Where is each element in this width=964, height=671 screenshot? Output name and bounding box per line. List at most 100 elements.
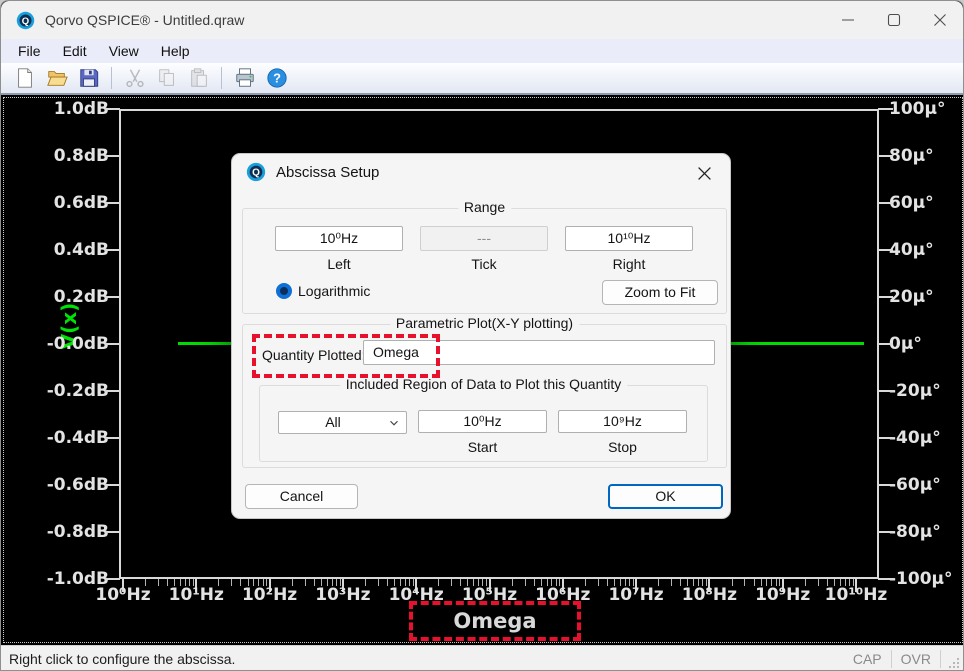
- quantity-plotted-input[interactable]: Omega: [363, 340, 715, 365]
- y-axis-tick-right: [878, 343, 893, 345]
- zoom-to-fit-button[interactable]: Zoom to Fit: [602, 280, 718, 305]
- y-axis-label-left: 0.2dB: [3, 287, 109, 307]
- print-button[interactable]: [231, 65, 258, 91]
- status-indicators: CAP OVR: [844, 646, 963, 671]
- y-axis-tick-right: [878, 437, 893, 439]
- range-right-label: Right: [565, 256, 693, 272]
- y-axis-label-right: -40µ°: [889, 428, 961, 448]
- y-axis-label-left: -0.6dB: [3, 475, 109, 495]
- range-tick-field: ---: [420, 226, 548, 251]
- x-axis-label: 10⁹Hz: [747, 585, 819, 605]
- open-file-icon: [46, 67, 68, 89]
- title-bar: Q Qorvo QSPICE® - Untitled.qraw: [1, 1, 963, 39]
- x-axis-tick-minor: [292, 579, 293, 586]
- help-icon: ?: [266, 67, 288, 89]
- qorvo-logo-icon: Q: [246, 162, 266, 182]
- y-axis-label-right: -20µ°: [889, 381, 961, 401]
- dialog-close-button[interactable]: [688, 160, 720, 186]
- cancel-button[interactable]: Cancel: [245, 484, 358, 509]
- app-window: Q Qorvo QSPICE® - Untitled.qraw File Edi…: [0, 0, 964, 671]
- region-stop-field[interactable]: 10⁹Hz: [558, 410, 687, 433]
- toolbar-separator: [111, 67, 112, 89]
- y-axis-label-right: -100µ°: [889, 569, 961, 589]
- open-file-button[interactable]: [43, 65, 70, 91]
- region-start-label: Start: [418, 439, 547, 455]
- close-button[interactable]: [917, 1, 963, 39]
- logarithmic-radio[interactable]: [276, 283, 292, 299]
- included-region-legend: Included Region of Data to Plot this Qua…: [340, 376, 628, 392]
- window-controls: [825, 1, 963, 39]
- x-axis-label: 10⁸Hz: [673, 585, 745, 605]
- copy-icon: [156, 67, 178, 89]
- x-axis-tick-minor: [145, 579, 146, 586]
- svg-text:Q: Q: [252, 168, 260, 179]
- x-axis-tick-minor: [598, 579, 599, 586]
- copy-button: [153, 65, 180, 91]
- x-axis-label: 10⁷Hz: [600, 585, 672, 605]
- x-axis-label: 10¹Hz: [160, 585, 232, 605]
- qorvo-logo-icon: Q: [16, 11, 35, 30]
- range-left-label: Left: [275, 256, 403, 272]
- save-file-button[interactable]: [75, 65, 102, 91]
- paste-icon: [188, 67, 210, 89]
- y-axis-tick-right: [878, 484, 893, 486]
- new-document-button[interactable]: [11, 65, 38, 91]
- x-axis-label: 10²Hz: [234, 585, 306, 605]
- y-axis-label-right: 80µ°: [889, 146, 961, 166]
- y-axis-label-right: -80µ°: [889, 522, 961, 542]
- resize-grip-icon: [947, 656, 960, 669]
- y-axis-label-left: 0.4dB: [3, 240, 109, 260]
- x-axis-tick-minor: [671, 579, 672, 586]
- range-left-field[interactable]: 10⁰Hz: [275, 226, 403, 251]
- range-right-field[interactable]: 10¹⁰Hz: [565, 226, 693, 251]
- y-axis-label-left: 0.8dB: [3, 146, 109, 166]
- x-axis-tick-minor: [744, 579, 745, 586]
- help-button[interactable]: ?: [263, 65, 290, 91]
- abscissa-setup-dialog: Q Abscissa Setup Range 10⁰Hz --- 10¹⁰Hz …: [231, 153, 731, 519]
- x-axis-tick-minor: [732, 579, 733, 586]
- y-axis-label-right: 40µ°: [889, 240, 961, 260]
- region-mode-value: All: [279, 412, 387, 433]
- x-axis-label: 10⁰Hz: [87, 585, 159, 605]
- y-axis-tick-right: [878, 249, 893, 251]
- x-axis-label: 10¹⁰Hz: [820, 585, 892, 605]
- y-axis-label-left: 0.6dB: [3, 193, 109, 213]
- parametric-legend: Parametric Plot(X-Y plotting): [390, 315, 579, 331]
- minimize-button[interactable]: [825, 1, 871, 39]
- menu-edit[interactable]: Edit: [52, 41, 98, 61]
- y-axis-tick-left: [105, 531, 120, 533]
- y-axis-label-right: 0µ°: [889, 334, 961, 354]
- x-axis-tick-minor: [805, 579, 806, 586]
- window-title: Qorvo QSPICE® - Untitled.qraw: [45, 12, 244, 28]
- region-start-field[interactable]: 10⁰Hz: [418, 410, 547, 433]
- toolbar: ?: [1, 63, 963, 95]
- ok-button[interactable]: OK: [608, 484, 723, 509]
- x-axis-tick-minor: [231, 579, 232, 586]
- save-file-icon: [78, 67, 100, 89]
- y-axis-tick-left: [105, 155, 120, 157]
- y-axis-tick-left: [105, 343, 120, 345]
- chevron-down-icon: [387, 416, 401, 430]
- y-axis-label-right: 100µ°: [889, 99, 961, 119]
- y-axis-tick-left: [105, 202, 120, 204]
- x-axis-label: 10⁴Hz: [380, 585, 452, 605]
- overwrite-indicator: OVR: [892, 650, 941, 668]
- close-icon: [933, 13, 947, 27]
- resize-grip[interactable]: [941, 646, 963, 671]
- x-axis-title[interactable]: Omega: [453, 609, 536, 633]
- status-bar: Right click to configure the abscissa. C…: [1, 645, 963, 671]
- range-legend: Range: [458, 199, 511, 215]
- y-axis-tick-right: [878, 531, 893, 533]
- maximize-button[interactable]: [871, 1, 917, 39]
- menu-view[interactable]: View: [98, 41, 150, 61]
- y-axis-label-left: 1.0dB: [3, 99, 109, 119]
- y-axis-tick-right: [878, 390, 893, 392]
- menu-help[interactable]: Help: [150, 41, 201, 61]
- menu-file[interactable]: File: [7, 41, 52, 61]
- region-mode-dropdown[interactable]: All: [278, 411, 407, 434]
- range-tick-label: Tick: [420, 256, 548, 272]
- new-document-icon: [14, 67, 36, 89]
- y-axis-tick-left: [105, 437, 120, 439]
- y-axis-label-right: 60µ°: [889, 193, 961, 213]
- y-axis-tick-left: [105, 390, 120, 392]
